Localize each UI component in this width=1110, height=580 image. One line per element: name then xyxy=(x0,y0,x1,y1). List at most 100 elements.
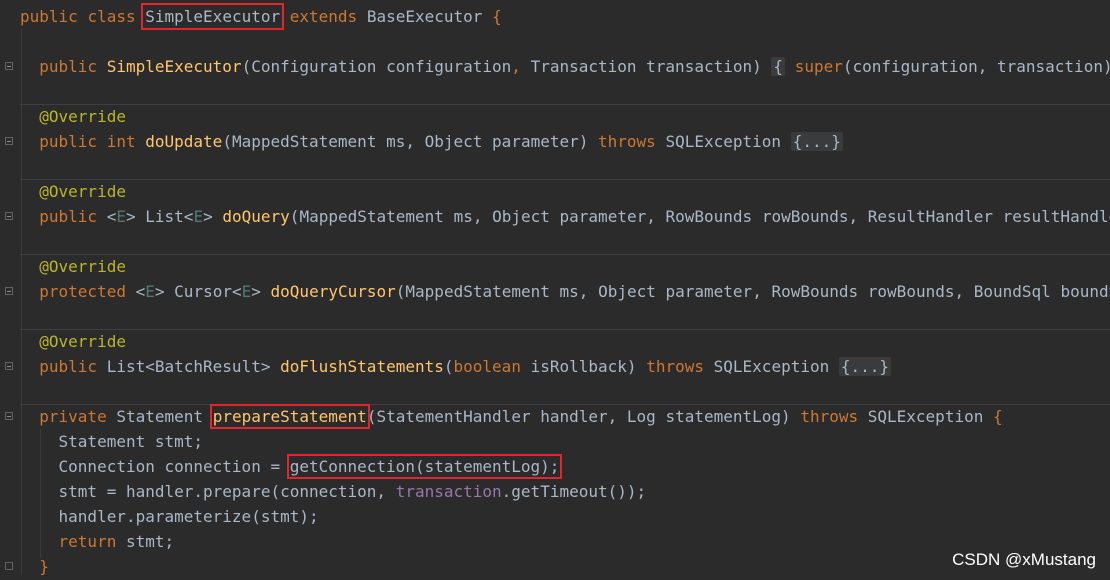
exception-type: SQLException xyxy=(867,407,984,426)
type-param: E xyxy=(193,207,204,226)
generic-bracket: > xyxy=(251,282,261,301)
fold-doflush-icon[interactable] xyxy=(5,362,13,370)
params: MappedStatement ms, Object parameter xyxy=(231,132,579,151)
return-type: Cursor xyxy=(174,282,232,301)
code-line-doquery[interactable]: public <E> List<E> doQuery(MappedStateme… xyxy=(20,204,1110,229)
code-line-doquerycursor[interactable]: protected <E> Cursor<E> doQueryCursor(Ma… xyxy=(20,279,1110,304)
statement: stmt = handler.prepare(connection, xyxy=(58,482,396,501)
fold-end-icon[interactable] xyxy=(5,562,13,570)
method-name: doQueryCursor xyxy=(270,282,396,301)
brace: { xyxy=(992,407,1003,426)
watermark: CSDN @xMustang xyxy=(952,550,1096,569)
code-line-annotation[interactable]: @Override xyxy=(20,104,126,129)
params: StatementHandler handler, Log statementL… xyxy=(376,407,782,426)
type-param: E xyxy=(145,282,155,301)
keyword: class xyxy=(87,7,136,26)
fold-doupdate-icon[interactable] xyxy=(5,137,13,145)
generic-bracket: > xyxy=(154,282,165,301)
code-line-close-brace[interactable]: } xyxy=(20,554,49,579)
return-type: List xyxy=(145,207,184,226)
keyword: super xyxy=(794,57,843,76)
statement: handler.parameterize(stmt); xyxy=(58,507,319,526)
fold-doquery-icon[interactable] xyxy=(5,212,13,220)
brace: { xyxy=(492,7,502,26)
generic-bracket: < xyxy=(183,207,194,226)
method-separator xyxy=(20,104,1110,105)
generic-bracket: < xyxy=(135,282,146,301)
field-ref: transaction xyxy=(395,482,502,501)
param-name: isRollback xyxy=(530,357,627,376)
code-line-annotation[interactable]: @Override xyxy=(20,329,126,354)
code-line-annotation[interactable]: @Override xyxy=(20,179,126,204)
code-line-class-declaration[interactable]: public class SimpleExecutor extends Base… xyxy=(20,3,502,30)
method-separator xyxy=(20,179,1110,180)
keyword: extends xyxy=(289,7,358,26)
keyword: int xyxy=(106,132,136,151)
annotation: @Override xyxy=(39,332,126,351)
folded-brace[interactable]: { xyxy=(771,57,786,76)
folded-body[interactable]: {...} xyxy=(838,357,892,376)
method-separator xyxy=(20,254,1110,255)
generic-bracket: > xyxy=(203,207,213,226)
code-line-body[interactable]: return stmt; xyxy=(20,529,175,554)
keyword: boolean xyxy=(453,357,521,376)
keyword: return xyxy=(58,532,117,551)
method-name: doQuery xyxy=(222,207,290,226)
paren: ( xyxy=(366,407,377,426)
paren: ) xyxy=(752,57,762,76)
keyword: public xyxy=(39,207,98,226)
code-line-annotation[interactable]: @Override xyxy=(20,254,126,279)
keyword: throws xyxy=(646,357,704,376)
paren: ) xyxy=(578,132,589,151)
code-line-body[interactable]: stmt = handler.prepare(connection, trans… xyxy=(20,479,647,504)
keyword: throws xyxy=(800,407,859,426)
brace: } xyxy=(39,557,49,576)
fold-constructor-icon[interactable] xyxy=(5,62,13,70)
statement: Connection connection = xyxy=(58,457,290,476)
code-editor[interactable]: public class SimpleExecutor extends Base… xyxy=(0,0,1110,580)
method-name-highlight: prepareStatement xyxy=(209,404,370,429)
keyword: public xyxy=(39,57,98,76)
paren: ( xyxy=(241,57,252,76)
keyword: protected xyxy=(39,282,126,301)
params: MappedStatement ms, Object parameter, Ro… xyxy=(299,207,1110,226)
method-name: doUpdate xyxy=(145,132,223,151)
fold-prepare-icon[interactable] xyxy=(5,412,13,420)
paren: ( xyxy=(443,357,454,376)
code-line-doupdate[interactable]: public int doUpdate(MappedStatement ms, … xyxy=(20,129,843,154)
generic-bracket: > xyxy=(125,207,136,226)
param: Transaction transaction xyxy=(530,57,753,76)
paren: ) xyxy=(626,357,637,376)
code-line-doflush[interactable]: public List<BatchResult> doFlushStatemen… xyxy=(20,354,892,379)
statement: stmt; xyxy=(116,532,175,551)
param: Configuration configuration xyxy=(251,57,512,76)
keyword: public xyxy=(20,7,78,26)
return-type: List<BatchResult> xyxy=(106,357,271,376)
generic-bracket: < xyxy=(106,207,117,226)
paren: ) xyxy=(1103,57,1110,76)
statement: .getTimeout()); xyxy=(501,482,647,501)
paren: ( xyxy=(289,207,300,226)
code-line-constructor[interactable]: public SimpleExecutor(Configuration conf… xyxy=(20,54,1110,79)
paren: ( xyxy=(842,57,853,76)
code-line-body[interactable]: handler.parameterize(stmt); xyxy=(20,504,319,529)
fold-doquerycursor-icon[interactable] xyxy=(5,287,13,295)
keyword: public xyxy=(39,357,98,376)
code-line-body[interactable]: Connection connection = getConnection(st… xyxy=(20,454,563,479)
super-args: configuration, transaction xyxy=(852,57,1103,76)
exception-type: SQLException xyxy=(713,357,830,376)
annotation: @Override xyxy=(39,107,126,126)
type-param: E xyxy=(116,207,126,226)
keyword: public xyxy=(39,132,98,151)
base-class: BaseExecutor xyxy=(366,7,483,26)
type-param: E xyxy=(241,282,252,301)
code-line-preparestatement[interactable]: private Statement prepareStatement(State… xyxy=(20,404,1003,429)
annotation: @Override xyxy=(39,257,126,276)
folded-body[interactable]: {...} xyxy=(790,132,843,151)
exception-type: SQLException xyxy=(665,132,782,151)
comma: , xyxy=(511,57,531,76)
paren: ) xyxy=(781,407,791,426)
keyword: private xyxy=(39,407,107,426)
code-line-body[interactable]: Statement stmt; xyxy=(20,429,204,454)
method-name: doFlushStatements xyxy=(280,357,444,376)
